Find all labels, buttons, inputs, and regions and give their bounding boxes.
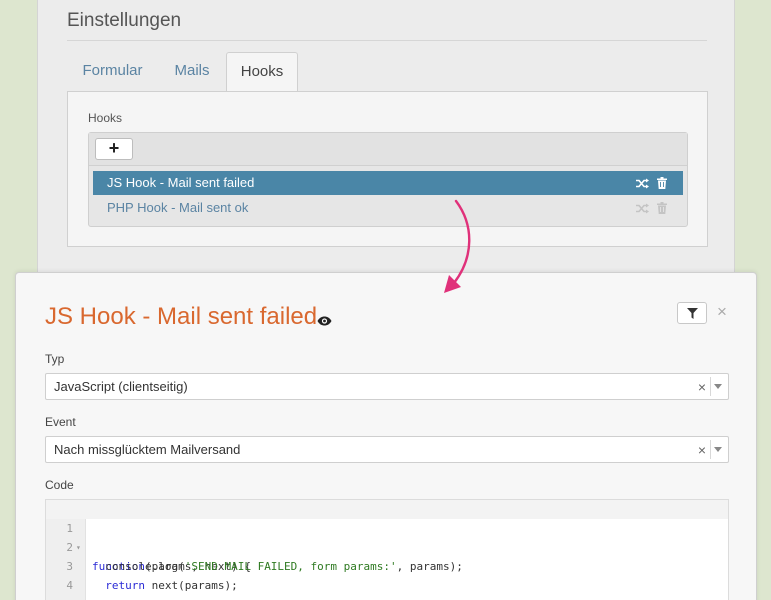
trash-icon[interactable] <box>657 202 667 214</box>
hook-item-php[interactable]: PHP Hook - Mail sent ok <box>93 196 683 220</box>
clear-icon[interactable]: × <box>698 374 706 401</box>
dialog-title: JS Hook - Mail sent failed <box>45 303 318 330</box>
hook-edit-dialog: JS Hook - Mail sent failed × Typ JavaScr… <box>15 272 757 600</box>
type-select[interactable]: JavaScript (clientseitig) × <box>45 373 729 400</box>
event-label: Event <box>45 415 76 429</box>
shuffle-icon[interactable] <box>636 203 649 214</box>
divider <box>67 40 707 41</box>
code-text: } <box>92 595 99 600</box>
event-select-value: Nach missglücktem Mailversand <box>54 442 241 457</box>
plus-icon: + <box>108 138 120 158</box>
separator <box>710 440 711 459</box>
tab-hooks[interactable]: Hooks <box>226 52 298 92</box>
type-label: Typ <box>45 352 65 366</box>
code-text: return next(params); <box>105 579 238 592</box>
code-editor[interactable]: 1 ▾ function(params, next) { 2 console.l… <box>45 499 729 600</box>
hook-item-label: PHP Hook - Mail sent ok <box>107 200 249 215</box>
settings-panel: Einstellungen Formular Mails Hooks Hooks… <box>37 0 735 290</box>
arrow-icon <box>444 199 471 293</box>
filter-icon <box>687 308 698 319</box>
separator <box>710 377 711 396</box>
hook-item-js[interactable]: JS Hook - Mail sent failed <box>93 171 683 195</box>
hook-item-label: JS Hook - Mail sent failed <box>107 175 255 190</box>
code-line: 3 return next(params); <box>46 538 728 592</box>
hooks-label: Hooks <box>88 111 123 125</box>
hooks-list: + JS Hook - Mail sent failed PHP Hook - … <box>88 132 688 227</box>
hooks-tab-content: Hooks + JS Hook - Mail sent failed PHP H… <box>67 91 708 247</box>
eye-icon[interactable] <box>317 313 332 331</box>
chevron-down-icon[interactable] <box>714 447 722 452</box>
event-select[interactable]: Nach missglücktem Mailversand × <box>45 436 729 463</box>
chevron-down-icon[interactable] <box>714 384 722 389</box>
tab-formular[interactable]: Formular <box>67 52 158 92</box>
tab-mails[interactable]: Mails <box>164 52 220 92</box>
code-line: 4 } <box>46 557 728 600</box>
line-number: 4 <box>66 579 73 592</box>
shuffle-icon[interactable] <box>636 178 649 189</box>
type-select-value: JavaScript (clientseitig) <box>54 379 188 394</box>
clear-icon[interactable]: × <box>698 437 706 464</box>
settings-title: Einstellungen <box>67 10 182 31</box>
hooks-toolbar: + <box>89 133 687 166</box>
code-line: 2 console.log('SEND MAIL FAILED, form pa… <box>46 519 728 573</box>
code-label: Code <box>45 478 74 492</box>
close-icon[interactable]: × <box>717 303 727 321</box>
add-hook-button[interactable]: + <box>95 138 133 160</box>
code-line: 1 ▾ function(params, next) { <box>46 500 728 573</box>
trash-icon[interactable] <box>657 177 667 189</box>
filter-button[interactable] <box>677 302 707 324</box>
